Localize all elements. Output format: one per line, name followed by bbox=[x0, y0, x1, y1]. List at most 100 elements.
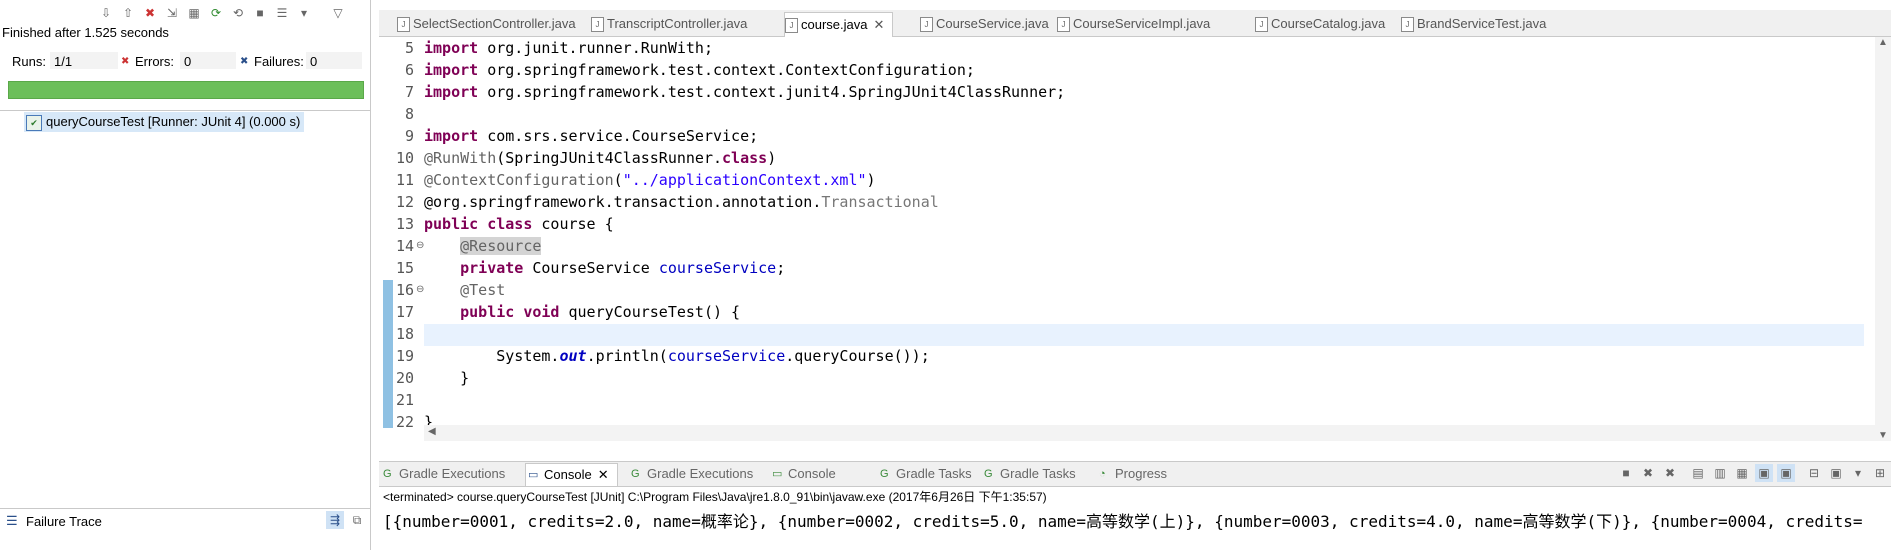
filter-trace-icon[interactable]: ⇶ bbox=[326, 511, 344, 529]
gradle-icon: G bbox=[383, 468, 392, 480]
horizontal-scrollbar[interactable]: ◀ bbox=[424, 425, 1875, 441]
remove-launch-icon[interactable]: ✖ bbox=[1639, 464, 1657, 482]
scroll-left-icon[interactable]: ◀ bbox=[428, 426, 436, 437]
console-tab-label: Gradle Tasks bbox=[1000, 466, 1076, 481]
test-tree-item[interactable]: ✔ queryCourseTest [Runner: JUnit 4] (0.0… bbox=[24, 112, 305, 132]
console-tab-label: Progress bbox=[1115, 466, 1168, 481]
errors-label: Errors: bbox=[135, 54, 174, 69]
gradle-icon: G bbox=[880, 468, 889, 480]
scroll-lock-icon[interactable]: ▥ bbox=[1711, 464, 1729, 482]
line-number-gutter: 5 6 7 8 9 10 11 12 13 14 15 16 17 18 19 20 21 22 ⊖ ⊖ bbox=[379, 37, 424, 441]
code-line-11: @ContextConfiguration("../applicationCon… bbox=[424, 171, 876, 189]
code-line-10: @RunWith(SpringJUnit4ClassRunner.class) bbox=[424, 149, 777, 167]
failure-icon: ✖ bbox=[240, 56, 249, 67]
stop-icon[interactable]: ■ bbox=[251, 4, 269, 22]
history-dropdown-icon[interactable]: ▾ bbox=[295, 4, 313, 22]
run-status: Finished after 1.525 seconds bbox=[2, 25, 169, 40]
java-file-icon: J bbox=[785, 18, 798, 33]
code-area[interactable]: import org.junit.runner.RunWith; import … bbox=[424, 37, 1864, 441]
layout-icon[interactable]: ▦ bbox=[185, 4, 203, 22]
vertical-scrollbar[interactable]: ▲ ▼ bbox=[1875, 37, 1891, 441]
java-file-icon: J bbox=[591, 17, 604, 32]
scroll-up-icon[interactable]: ▲ bbox=[1878, 37, 1888, 48]
test-progress-bar bbox=[8, 81, 364, 99]
scroll-lock-icon[interactable]: ⇲ bbox=[163, 4, 181, 22]
gradle-icon: G bbox=[631, 468, 640, 480]
editor-tab-label: course.java bbox=[801, 17, 868, 32]
editor-tab-label: CourseServiceImpl.java bbox=[1073, 16, 1211, 31]
scroll-down-icon[interactable]: ▼ bbox=[1878, 430, 1888, 441]
code-line-5: import org.junit.runner.RunWith; bbox=[424, 39, 713, 57]
remove-all-launches-icon[interactable]: ✖ bbox=[1661, 464, 1679, 482]
code-line-9: import com.srs.service.CourseService; bbox=[424, 127, 759, 145]
code-line-20: } bbox=[424, 369, 470, 387]
line-number: 13 bbox=[395, 215, 414, 233]
line-number: 9 bbox=[404, 127, 414, 145]
close-tab-icon[interactable]: ✕ bbox=[598, 467, 609, 482]
test-item-label: queryCourseTest [Runner: JUnit 4] (0.000… bbox=[46, 114, 301, 129]
errors-value: 0 bbox=[184, 54, 192, 69]
history-icon[interactable]: ☰ bbox=[273, 4, 291, 22]
editor-tab-label: SelectSectionController.java bbox=[413, 16, 576, 31]
editor-tabs: J SelectSectionController.java J Transcript… bbox=[379, 10, 1891, 37]
editor-tab[interactable]: Jcourse.java ✕ bbox=[784, 12, 894, 37]
console-tab-label: Gradle Executions bbox=[647, 466, 754, 481]
console-tab-label: Console bbox=[544, 467, 592, 482]
editor-tab[interactable]: J CourseCatalog.java bbox=[1255, 14, 1385, 34]
word-wrap-icon[interactable]: ▦ bbox=[1733, 464, 1751, 482]
console-tab[interactable]: G Gradle Executions bbox=[629, 465, 753, 483]
java-file-icon: J bbox=[1057, 17, 1070, 32]
show-failures-only-icon[interactable]: ✖ bbox=[141, 4, 159, 22]
runs-label: Runs: bbox=[12, 54, 46, 69]
code-editor[interactable]: 5 6 7 8 9 10 11 12 13 14 15 16 17 18 19 20 21 22 ⊖ ⊖ import… bbox=[379, 37, 1891, 441]
close-tab-icon[interactable]: ✕ bbox=[873, 17, 884, 32]
console-tab[interactable]: ▭ Console bbox=[770, 465, 836, 483]
line-number: 20 bbox=[395, 369, 414, 387]
console-tab[interactable]: G Gradle Executions bbox=[381, 465, 505, 483]
console-tab[interactable]: G Gradle Tasks bbox=[878, 465, 972, 483]
editor-tab[interactable]: J BrandServiceTest.java bbox=[1401, 14, 1546, 34]
code-line-17: public void queryCourseTest() { bbox=[460, 303, 741, 321]
terminated-status: <terminated> course.queryCourseTest [JUn… bbox=[383, 490, 1047, 504]
line-number: 11 bbox=[395, 171, 414, 189]
compare-results-icon[interactable]: ⧉ bbox=[348, 511, 366, 529]
editor-tab[interactable]: J TranscriptController.java bbox=[591, 14, 747, 34]
editor-tab[interactable]: J SelectSectionController.java bbox=[397, 14, 576, 34]
code-line-12: @org.springframework.transaction.annotat… bbox=[424, 193, 939, 211]
terminate-icon[interactable]: ■ bbox=[1617, 464, 1635, 482]
display-selected-console-icon[interactable]: ▣ bbox=[1827, 464, 1845, 482]
pin-console-icon[interactable]: ⊟ bbox=[1805, 464, 1823, 482]
open-console-icon[interactable]: ⊞ bbox=[1871, 464, 1889, 482]
line-number: 14 bbox=[395, 237, 414, 255]
test-passed-icon: ✔ bbox=[26, 115, 42, 131]
console-icon: ▭ bbox=[772, 468, 783, 480]
previous-failure-icon[interactable]: ⇧ bbox=[119, 4, 137, 22]
display-console-dropdown-icon[interactable]: ▾ bbox=[1849, 464, 1867, 482]
stack-trace-icon: ☰ bbox=[6, 513, 18, 528]
fold-toggle-icon[interactable]: ⊖ bbox=[416, 285, 424, 295]
line-number: 22 bbox=[395, 413, 414, 431]
editor-tab-label: BrandServiceTest.java bbox=[1417, 16, 1547, 31]
console-tab[interactable]: G Gradle Tasks bbox=[982, 465, 1076, 483]
console-tab[interactable]: ▭ Console ✕ bbox=[525, 463, 618, 486]
fold-toggle-icon[interactable]: ⊖ bbox=[416, 241, 424, 251]
editor-tab[interactable]: J CourseServiceImpl.java bbox=[1057, 14, 1210, 34]
code-line-16: @Test bbox=[460, 281, 506, 299]
rerun-failed-icon[interactable]: ⟲ bbox=[229, 4, 247, 22]
code-line-15: private CourseService courseService; bbox=[460, 259, 786, 277]
clear-console-icon[interactable]: ▤ bbox=[1689, 464, 1707, 482]
line-number: 7 bbox=[404, 83, 414, 101]
show-on-stdout-icon[interactable]: ▣ bbox=[1755, 464, 1773, 482]
console-output[interactable]: [{number=0001, credits=2.0, name=概率论}, {… bbox=[383, 508, 1891, 532]
junit-toolbar: ⇩ ⇧ ✖ ⇲ ▦ ⟳ ⟲ ■ ☰ ▾ ▽ bbox=[95, 4, 349, 24]
rerun-test-icon[interactable]: ⟳ bbox=[207, 4, 225, 22]
show-on-stderr-icon[interactable]: ▣ bbox=[1777, 464, 1795, 482]
gradle-icon: G bbox=[984, 468, 993, 480]
next-failure-icon[interactable]: ⇩ bbox=[97, 4, 115, 22]
console-tab[interactable]: ◔ Progress bbox=[1097, 465, 1167, 483]
divider bbox=[0, 110, 370, 111]
line-number: 17 bbox=[395, 303, 414, 321]
console-icon: ▭ bbox=[528, 469, 539, 481]
editor-tab[interactable]: J CourseService.java bbox=[920, 14, 1049, 34]
view-menu-icon[interactable]: ▽ bbox=[329, 4, 347, 22]
